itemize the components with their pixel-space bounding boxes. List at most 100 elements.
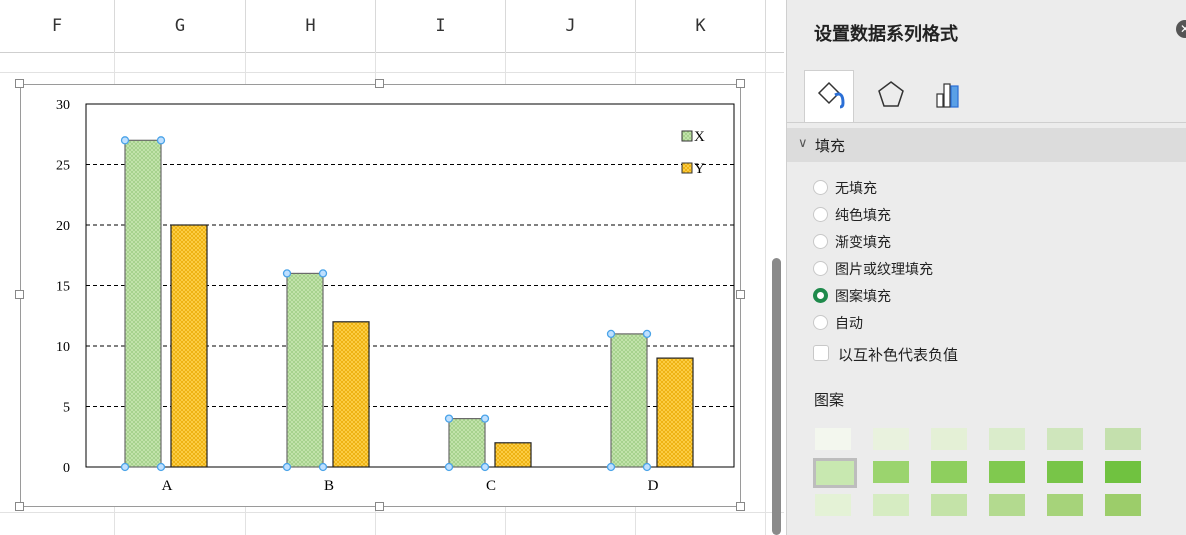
spreadsheet-area[interactable]: F G H I J K 0 5 10 15 20 25 30 A B C D X Y [0,0,784,535]
pattern-swatch[interactable] [1047,494,1083,516]
panel-title: 设置数据系列格式 [814,24,958,45]
pattern-swatch[interactable] [1105,428,1141,450]
y-tick-label: 15 [56,280,70,295]
legend-swatch-x [681,130,693,142]
bar-chart-icon [936,83,959,108]
pattern-swatch[interactable] [1047,461,1083,483]
x-tick-label: B [324,478,334,494]
pattern-swatch[interactable] [1047,428,1083,450]
y-tick-label: 20 [56,219,70,234]
radio-button-selected[interactable] [813,288,828,303]
column-header-f[interactable]: F [0,0,115,52]
selection-handle [120,462,130,472]
radio-button[interactable] [813,180,828,195]
bar-y[interactable] [656,357,694,468]
invert-negative-label: 以互补色代表负值 [838,346,959,364]
bar-y[interactable] [170,224,208,468]
fill-section-header[interactable]: ∨ 填充 [787,128,1186,162]
selection-handle [156,462,166,472]
invert-negative-checkbox[interactable] [813,345,829,361]
pattern-label: 图案 [814,391,845,409]
fill-option-label: 自动 [835,316,863,332]
x-tick-label: C [486,478,496,494]
vertical-scrollbar[interactable] [772,258,781,535]
paint-bucket-icon [817,81,845,109]
fill-section-label: 填充 [815,137,846,155]
selection-handle [318,269,328,278]
pattern-swatch[interactable] [931,428,967,450]
pattern-swatch[interactable] [1105,461,1141,483]
column-header-k[interactable]: K [636,0,766,52]
selection-handle [642,462,652,472]
selection-handle [156,136,166,145]
selection-handle [282,462,292,472]
tab-effects[interactable] [866,70,916,122]
bar-y[interactable] [494,442,532,468]
column-header-i[interactable]: I [376,0,506,52]
radio-button[interactable] [813,207,828,222]
y-tick-label: 10 [56,340,70,355]
chart-object[interactable]: 0 5 10 15 20 25 30 A B C D X Y [20,84,741,507]
selection-handle [606,462,616,472]
x-tick-label: D [648,478,659,494]
grid-line [765,52,766,535]
radio-button[interactable] [813,234,828,249]
x-tick-label: A [162,478,173,494]
bar-x[interactable] [448,418,486,468]
tab-series-options[interactable] [924,70,974,122]
legend-label-y: Y [694,161,705,177]
legend-swatch-y [681,162,693,174]
close-icon[interactable]: ✕ [1176,20,1186,38]
resize-handle[interactable] [15,79,24,88]
resize-handle[interactable] [375,502,384,511]
selection-handle [480,414,490,423]
y-tick-label: 25 [56,159,70,174]
column-header-row: F G H I J K [0,0,784,52]
pattern-swatch[interactable] [989,428,1025,450]
resize-handle[interactable] [15,502,24,511]
bar-x[interactable] [124,139,162,468]
fill-option-label: 无填充 [835,181,877,197]
pattern-swatch[interactable] [873,494,909,516]
radio-button[interactable] [813,261,828,276]
chevron-down-icon: ∨ [798,136,808,151]
selection-handle [480,462,490,472]
column-header-h[interactable]: H [246,0,376,52]
pattern-swatch[interactable] [873,461,909,483]
tab-fill-line[interactable] [804,70,854,122]
fill-option-label: 纯色填充 [835,208,891,224]
resize-handle[interactable] [736,502,745,511]
legend-label-x: X [694,129,705,145]
fill-option-label: 渐变填充 [835,235,891,251]
column-header-j[interactable]: J [506,0,636,52]
bar-chart[interactable]: 0 5 10 15 20 25 30 A B C D XY [20,84,741,507]
pattern-swatch[interactable] [931,461,967,483]
pentagon-icon [878,81,904,107]
y-tick-label: 30 [56,98,70,113]
pattern-swatch[interactable] [989,461,1025,483]
fill-option-label: 图片或纹理填充 [835,262,933,278]
grid-line [0,52,784,53]
y-tick-label: 0 [63,461,70,476]
pattern-swatch[interactable] [873,428,909,450]
resize-handle[interactable] [736,79,745,88]
pattern-swatch[interactable] [1105,494,1141,516]
bar-y[interactable] [332,321,370,468]
pattern-swatch[interactable] [931,494,967,516]
fill-option-label: 图案填充 [835,289,891,305]
bar-x[interactable] [610,333,648,468]
column-header-g[interactable]: G [115,0,246,52]
y-tick-label: 5 [63,401,70,416]
panel-tabs [787,62,1186,123]
pattern-swatch[interactable] [813,458,857,488]
resize-handle[interactable] [375,79,384,88]
grid-line [0,72,784,73]
pattern-swatch[interactable] [989,494,1025,516]
pattern-swatch[interactable] [815,428,851,450]
resize-handle[interactable] [736,290,745,299]
bar-x[interactable] [286,272,324,468]
selection-handle [120,136,130,145]
radio-button[interactable] [813,315,828,330]
pattern-swatch[interactable] [815,494,851,516]
resize-handle[interactable] [15,290,24,299]
